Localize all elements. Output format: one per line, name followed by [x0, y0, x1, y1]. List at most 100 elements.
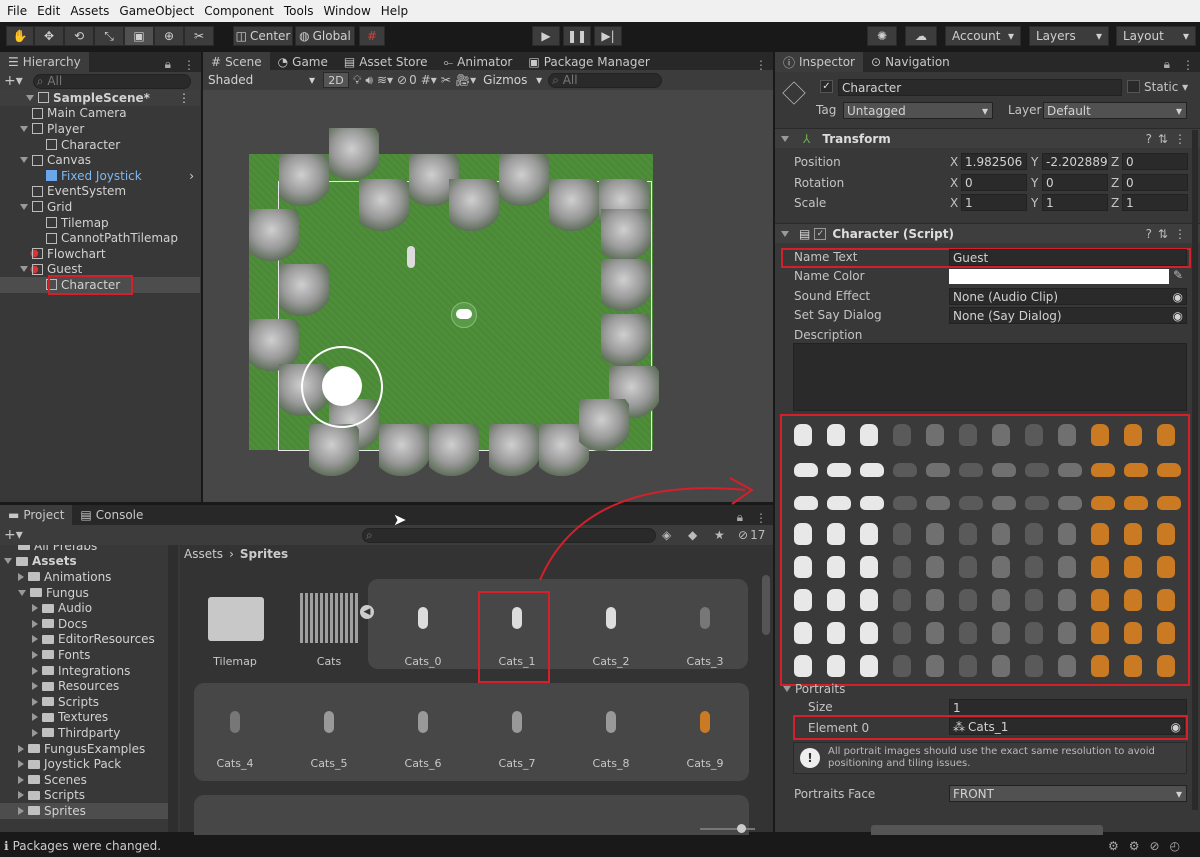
chevron-right-icon[interactable]: [18, 775, 24, 784]
scale-x-field[interactable]: 1: [961, 194, 1027, 211]
menu-file[interactable]: File: [2, 4, 32, 18]
position-y-field[interactable]: -2.202889: [1042, 153, 1108, 170]
project-tree-item[interactable]: Fonts: [0, 647, 176, 663]
more-menu-icon[interactable]: ⋮: [178, 91, 190, 105]
rotation-x-field[interactable]: 0: [961, 174, 1027, 191]
project-tree-item[interactable]: Scripts: [0, 694, 176, 710]
hierarchy-item[interactable]: EventSystem: [0, 184, 200, 200]
asset-item[interactable]: Cats_2: [576, 593, 646, 668]
lighting-icon[interactable]: 💡︎: [353, 73, 361, 88]
project-tree-item[interactable]: Textures: [0, 710, 176, 726]
project-tree-item[interactable]: Joystick Pack: [0, 756, 176, 772]
chevron-right-icon[interactable]: [32, 635, 38, 644]
asset-item[interactable]: Cats_9: [670, 699, 740, 770]
more-menu-icon[interactable]: ⋮: [177, 58, 201, 72]
chevron-right-icon[interactable]: [18, 791, 24, 800]
asset-item[interactable]: Cats_6: [388, 699, 458, 770]
menu-edit[interactable]: Edit: [32, 4, 65, 18]
chevron-right-icon[interactable]: ›: [189, 169, 194, 183]
tools-icon[interactable]: ✂: [441, 73, 451, 87]
layer-dropdown[interactable]: Default ▾: [1043, 102, 1187, 119]
step-button[interactable]: ▶|: [594, 26, 622, 46]
pause-button[interactable]: ❚❚: [563, 26, 591, 46]
project-tree-item[interactable]: Animations: [0, 569, 176, 585]
chevron-right-icon[interactable]: [18, 744, 24, 753]
chevron-right-icon[interactable]: [18, 760, 24, 769]
scene-search-input[interactable]: ⌕ All: [548, 72, 663, 88]
hierarchy-item[interactable]: Canvas: [0, 152, 200, 168]
project-tree-item[interactable]: Sprites: [0, 803, 176, 819]
hand-tool-icon[interactable]: ✋: [6, 26, 34, 46]
chevron-down-icon[interactable]: [26, 94, 34, 101]
project-tree-item[interactable]: Resources: [0, 678, 176, 694]
tab-hierarchy[interactable]: ☰ Hierarchy: [0, 52, 89, 72]
chevron-right-icon[interactable]: [32, 604, 38, 613]
asset-item[interactable]: Cats_0: [388, 593, 458, 668]
static-checkbox[interactable]: [1127, 80, 1140, 93]
tag-dropdown[interactable]: Untagged ▾: [843, 102, 993, 119]
position-z-field[interactable]: 0: [1122, 153, 1188, 170]
chevron-down-icon[interactable]: [20, 266, 28, 273]
menu-tools[interactable]: Tools: [279, 4, 319, 18]
menu-assets[interactable]: Assets: [65, 4, 114, 18]
tab-project[interactable]: ▬ Project: [0, 505, 73, 525]
project-tree-item[interactable]: EditorResources: [0, 632, 176, 648]
object-picker-icon[interactable]: ◉: [1173, 290, 1183, 304]
project-tree-item[interactable]: Audio: [0, 600, 176, 616]
chevron-down-icon[interactable]: [4, 558, 12, 565]
tab-game[interactable]: ◔ Game: [270, 52, 336, 72]
status-message[interactable]: Packages were changed.: [13, 839, 161, 853]
inspector-scrollbar[interactable]: [1192, 130, 1198, 810]
chevron-right-icon[interactable]: [32, 713, 38, 722]
project-tree-item[interactable]: FungusExamples: [0, 741, 176, 757]
component-menu-icons[interactable]: ?⇅⋮: [1146, 132, 1192, 146]
tab-animator[interactable]: ⟜ Animator: [436, 52, 521, 72]
zoom-slider-track[interactable]: [700, 828, 755, 830]
scale-z-axis-label[interactable]: Z: [1111, 196, 1119, 210]
lock-icon[interactable]: 🔒︎: [1158, 57, 1176, 72]
asset-item[interactable]: Cats_7: [482, 699, 552, 770]
chevron-right-icon[interactable]: [18, 572, 24, 581]
chevron-right-icon[interactable]: [32, 666, 38, 675]
project-tree-item[interactable]: Scenes: [0, 772, 176, 788]
asset-item[interactable]: Cats_3: [670, 593, 740, 668]
rotation-y-field[interactable]: 0: [1042, 174, 1108, 191]
tab-package-manager[interactable]: ▣ Package Manager: [520, 52, 658, 72]
rotation-y-axis-label[interactable]: Y: [1031, 176, 1038, 190]
breadcrumb-assets[interactable]: Assets: [184, 547, 223, 561]
audio-icon[interactable]: 🔊︎: [365, 73, 373, 88]
pivot-center-button[interactable]: ◫ Center: [233, 26, 293, 46]
position-y-axis-label[interactable]: Y: [1031, 155, 1038, 169]
chevron-down-icon[interactable]: [20, 125, 28, 132]
hierarchy-item[interactable]: Fixed Joystick ›: [0, 168, 200, 184]
guest-character-sprite[interactable]: [451, 302, 477, 328]
scene-view-grass[interactable]: [249, 128, 659, 476]
position-x-axis-label[interactable]: X: [950, 155, 958, 169]
tab-scene[interactable]: # Scene: [203, 52, 270, 72]
hierarchy-search-input[interactable]: ⌕ All: [32, 73, 191, 89]
move-tool-icon[interactable]: ✥: [34, 26, 64, 46]
zoom-slider-handle[interactable]: [737, 824, 746, 833]
menu-help[interactable]: Help: [376, 4, 413, 18]
position-x-field[interactable]: 1.982506: [961, 153, 1027, 170]
lock-icon[interactable]: 🔒︎: [159, 57, 177, 72]
scale-y-axis-label[interactable]: Y: [1031, 196, 1038, 210]
tab-console[interactable]: ▤ Console: [72, 505, 151, 525]
object-name-field[interactable]: Character: [838, 79, 1122, 96]
description-textarea[interactable]: [793, 343, 1187, 411]
project-tree-item[interactable]: Thirdparty: [0, 725, 176, 741]
custom-tool-icon[interactable]: ✂: [184, 26, 214, 46]
asset-item[interactable]: Cats_4: [200, 699, 270, 770]
chevron-right-icon[interactable]: [32, 619, 38, 628]
script-enabled-checkbox[interactable]: ✓: [814, 227, 827, 240]
tree-scrollbar[interactable]: [168, 545, 178, 832]
tab-navigation[interactable]: ⊙ Navigation: [863, 52, 958, 72]
tab-asset-store[interactable]: ▤ Asset Store: [336, 52, 436, 72]
position-z-axis-label[interactable]: Z: [1111, 155, 1119, 169]
camera-icon[interactable]: 🎥︎▾: [455, 73, 476, 87]
rotation-z-axis-label[interactable]: Z: [1111, 176, 1119, 190]
portraits-foldout[interactable]: Portraits: [783, 682, 845, 696]
account-dropdown[interactable]: Account ▾: [945, 26, 1021, 46]
chevron-right-icon[interactable]: [18, 806, 24, 815]
status-icons[interactable]: ⚙⚙⊘◴: [1108, 839, 1190, 853]
